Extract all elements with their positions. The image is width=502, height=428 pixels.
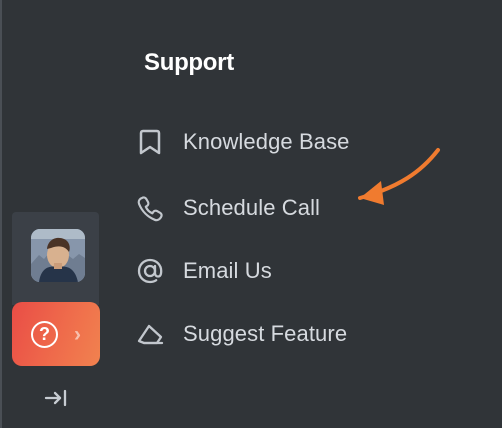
suggest-feature-label: Suggest Feature bbox=[183, 321, 348, 346]
at-sign-icon bbox=[136, 256, 164, 286]
email-us-menu-item[interactable]: Email Us bbox=[136, 250, 272, 292]
schedule-call-label: Schedule Call bbox=[183, 195, 321, 220]
help-circle-icon: ? bbox=[31, 320, 58, 348]
support-title: Support bbox=[144, 49, 234, 76]
left-border bbox=[0, 0, 2, 428]
eraser-icon bbox=[136, 319, 164, 349]
support-panel-screen: ? › Support Knowledge Base Schedule Call bbox=[0, 0, 502, 428]
avatar[interactable] bbox=[31, 229, 85, 282]
collapse-right-icon bbox=[44, 389, 67, 407]
email-us-label: Email Us bbox=[183, 258, 272, 283]
avatar-photo-icon bbox=[31, 229, 85, 282]
phone-icon bbox=[136, 193, 164, 223]
knowledge-base-menu-item[interactable]: Knowledge Base bbox=[136, 121, 350, 163]
bookmark-icon bbox=[136, 127, 164, 157]
knowledge-base-label: Knowledge Base bbox=[183, 129, 350, 154]
collapse-sidebar-button[interactable] bbox=[44, 387, 68, 409]
chevron-right-icon: › bbox=[74, 322, 81, 346]
suggest-feature-menu-item[interactable]: Suggest Feature bbox=[136, 313, 347, 355]
help-button[interactable]: ? › bbox=[12, 302, 100, 366]
schedule-call-menu-item[interactable]: Schedule Call bbox=[136, 187, 320, 229]
